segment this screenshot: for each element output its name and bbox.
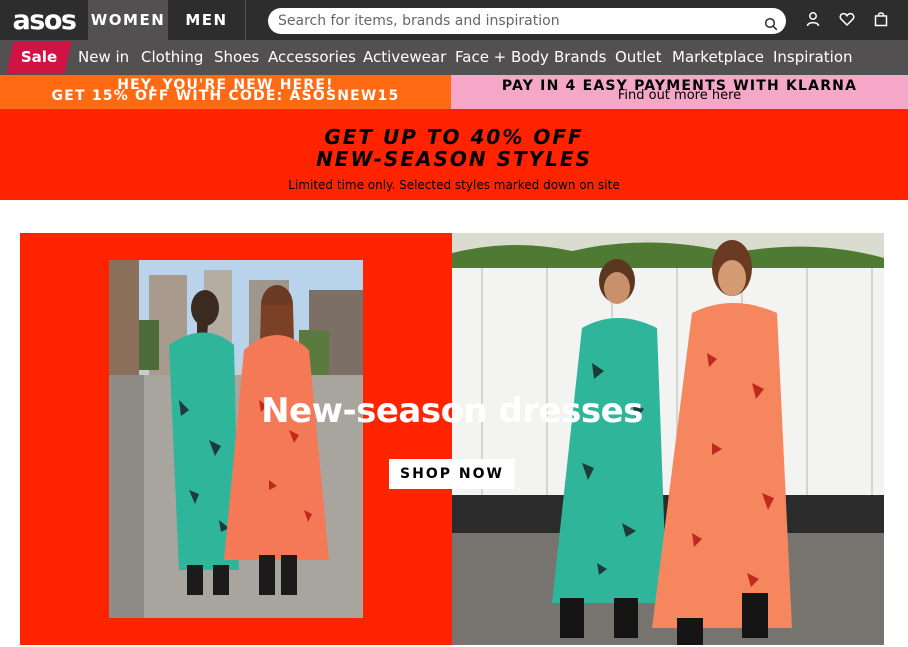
- asos-logo[interactable]: asos: [0, 0, 88, 40]
- nav-item-clothing[interactable]: Clothing: [141, 40, 203, 75]
- sale-banner[interactable]: GET UP TO 40% OFF NEW-SEASON STYLES Limi…: [0, 109, 908, 200]
- sale-banner-headline: GET UP TO 40% OFF: [324, 125, 584, 149]
- nav-item-sale[interactable]: Sale: [6, 42, 72, 73]
- bag-icon[interactable]: [873, 11, 889, 27]
- nav-item-outlet[interactable]: Outlet: [615, 40, 661, 75]
- sale-label: Sale: [20, 48, 58, 66]
- account-icon[interactable]: [805, 11, 821, 27]
- women-tab[interactable]: WOMEN: [88, 0, 168, 40]
- hero-banner[interactable]: New-season dresses SHOP NOW: [20, 233, 884, 645]
- men-tab[interactable]: MEN: [168, 0, 246, 40]
- sale-banner-note: Limited time only. Selected styles marke…: [288, 178, 620, 192]
- search-icon[interactable]: [764, 17, 778, 31]
- promo-code-text: GET 15% OFF WITH CODE: ASOSNEW15: [51, 88, 400, 104]
- heart-icon[interactable]: [839, 11, 855, 27]
- search-input[interactable]: [278, 10, 758, 32]
- nav-item-marketplace[interactable]: Marketplace: [672, 40, 764, 75]
- nav-item-brands[interactable]: Brands: [554, 40, 607, 75]
- hero-right-panel: [452, 233, 884, 645]
- top-header: asos WOMEN MEN: [0, 0, 908, 40]
- nav-item-shoes[interactable]: Shoes: [214, 40, 259, 75]
- new-customer-promo[interactable]: HEY, YOU'RE NEW HERE! GET 15% OFF WITH C…: [0, 75, 451, 109]
- nav-item-inspiration[interactable]: Inspiration: [773, 40, 853, 75]
- hero-title: New-season dresses: [261, 391, 643, 431]
- hero-front-photo: [452, 233, 884, 645]
- hero-left-panel: [20, 233, 452, 645]
- klarna-link[interactable]: Find out more here: [451, 88, 908, 103]
- sale-banner-subheadline: NEW-SEASON STYLES: [316, 147, 592, 171]
- nav-item-new-in[interactable]: New in: [78, 40, 129, 75]
- nav-item-accessories[interactable]: Accessories: [268, 40, 356, 75]
- hero-back-photo: [109, 260, 363, 618]
- search-box[interactable]: [268, 8, 786, 34]
- nav-item-face-body[interactable]: Face + Body: [455, 40, 549, 75]
- nav-item-activewear[interactable]: Activewear: [363, 40, 446, 75]
- shop-now-button[interactable]: SHOP NOW: [389, 459, 515, 489]
- category-nav: Sale New in Clothing Shoes Accessories A…: [0, 40, 908, 75]
- klarna-promo[interactable]: PAY IN 4 EASY PAYMENTS WITH KLARNA Find …: [451, 75, 908, 109]
